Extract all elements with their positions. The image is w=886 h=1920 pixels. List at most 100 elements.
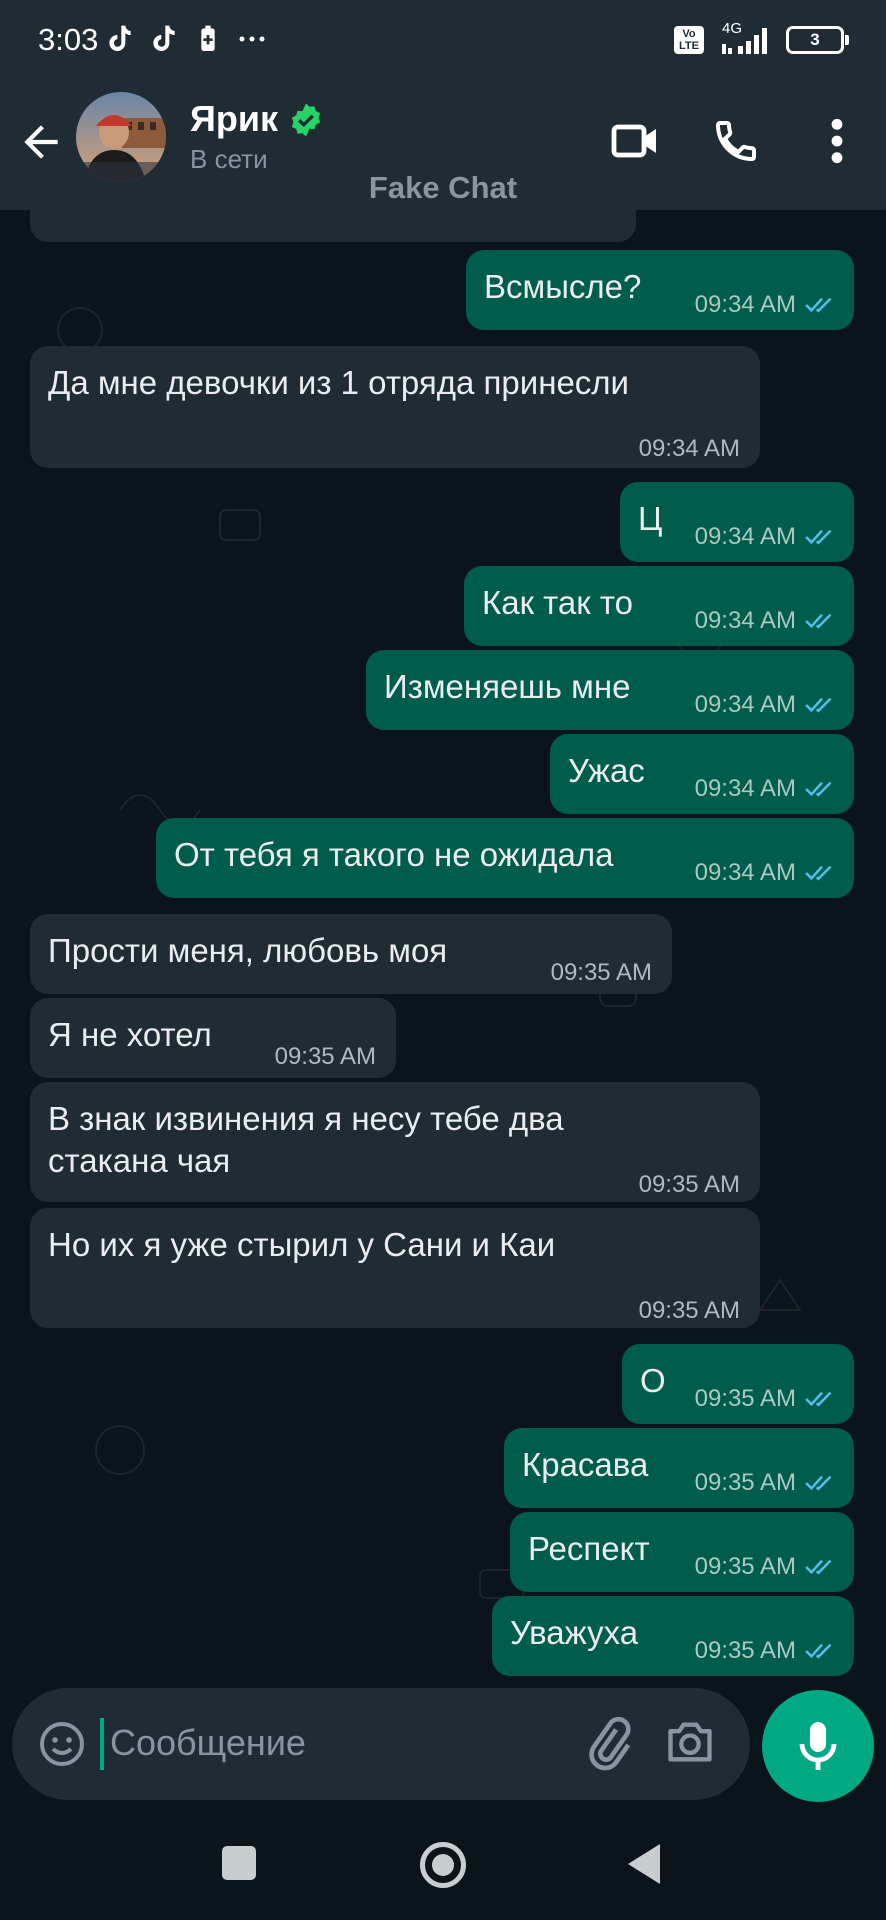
message-text: Как так то — [482, 584, 633, 621]
message-text: Всмысле? — [484, 268, 642, 305]
signal-icon: 4G — [718, 20, 772, 56]
message-bubble-outgoing[interactable]: Уважуха 09:35 AM — [492, 1596, 854, 1676]
message-time: 09:34 AM — [694, 523, 796, 550]
camera-icon[interactable] — [664, 1718, 716, 1766]
read-ticks-icon — [805, 297, 832, 313]
message-bubble-outgoing[interactable]: Респект 09:35 AM — [510, 1512, 854, 1592]
message-meta: 09:35 AM — [639, 1164, 740, 1206]
message-time: 09:34 AM — [694, 607, 796, 634]
read-ticks-icon — [805, 1559, 832, 1575]
message-text: Но их я уже стырил у Сани и Каи — [48, 1226, 556, 1263]
message-bubble-incoming-partial — [30, 210, 636, 242]
message-bubble-incoming[interactable]: Но их я уже стырил у Сани и Каи 09:35 AM — [30, 1208, 760, 1328]
message-meta: 09:34 AM — [695, 852, 838, 894]
read-ticks-icon — [805, 697, 832, 713]
home-button[interactable] — [420, 1842, 466, 1888]
read-ticks-icon — [805, 1643, 832, 1659]
status-time: 3:03 — [38, 22, 99, 57]
message-text: Да мне девочки из 1 отряда принесли — [48, 364, 629, 401]
composer-bar: Сообщение — [0, 1680, 886, 1810]
text-cursor — [100, 1718, 104, 1770]
message-text: Красава — [522, 1446, 649, 1483]
message-time: 09:34 AM — [694, 291, 796, 318]
more-options-icon[interactable] — [826, 116, 848, 166]
message-meta: 09:35 AM — [695, 1378, 838, 1420]
message-bubble-incoming[interactable]: В знак извинения я несу тебе два стакана… — [30, 1082, 760, 1202]
avatar[interactable] — [76, 92, 166, 182]
message-bubble-outgoing[interactable]: Как так то 09:34 AM — [464, 566, 854, 646]
read-ticks-icon — [805, 865, 832, 881]
message-meta: 09:35 AM — [551, 952, 652, 994]
message-time: 09:35 AM — [274, 1043, 376, 1070]
message-meta: 09:35 AM — [275, 1036, 376, 1078]
status-system-icons: Vo LTE 4G 3 — [674, 20, 849, 56]
message-input[interactable]: Сообщение — [12, 1688, 750, 1800]
message-text: Я не хотел — [48, 1016, 212, 1053]
message-bubble-outgoing[interactable]: Ц 09:34 AM — [620, 482, 854, 562]
message-text: Прости меня, любовь моя — [48, 932, 448, 969]
read-ticks-icon — [805, 529, 832, 545]
message-time: 09:35 AM — [694, 1637, 796, 1664]
message-meta: 09:35 AM — [695, 1462, 838, 1504]
message-time: 09:34 AM — [694, 691, 796, 718]
recent-apps-button[interactable] — [222, 1846, 256, 1880]
message-bubble-outgoing[interactable]: О 09:35 AM — [622, 1344, 854, 1424]
attach-icon[interactable] — [580, 1716, 636, 1772]
tiktok-icon — [109, 25, 131, 51]
message-time: 09:34 AM — [694, 775, 796, 802]
message-text: От тебя я такого не ожидала — [174, 836, 614, 873]
tiktok-icon — [153, 25, 175, 51]
video-call-icon[interactable] — [610, 116, 662, 166]
read-ticks-icon — [805, 613, 832, 629]
contact-name[interactable]: Ярик — [190, 98, 278, 140]
read-ticks-icon — [805, 1475, 832, 1491]
message-time: 09:34 AM — [694, 859, 796, 886]
more-notifications-icon — [239, 36, 265, 42]
read-ticks-icon — [805, 781, 832, 797]
mic-icon — [799, 1722, 837, 1770]
message-time: 09:35 AM — [694, 1469, 796, 1496]
message-text: Ужас — [568, 752, 645, 789]
message-meta: 09:34 AM — [639, 428, 740, 470]
watermark: Fake Chat — [368, 170, 518, 205]
emoji-icon[interactable] — [38, 1720, 86, 1768]
message-text: Изменяешь мне — [384, 668, 631, 705]
message-text: В знак извинения я несу тебе два стакана… — [48, 1100, 564, 1179]
system-nav-bar — [0, 1810, 886, 1920]
status-bar: 3:03 Vo LTE 4G 3 — [0, 0, 886, 80]
battery-saver-icon — [201, 25, 215, 51]
message-text: Ц — [638, 500, 663, 537]
message-meta: 09:35 AM — [639, 1290, 740, 1332]
message-time: 09:35 AM — [694, 1553, 796, 1580]
message-time: 09:34 AM — [638, 435, 740, 462]
back-arrow-icon[interactable] — [16, 114, 66, 170]
message-placeholder: Сообщение — [110, 1722, 306, 1763]
message-text: О — [640, 1362, 666, 1399]
message-meta: 09:34 AM — [695, 600, 838, 642]
message-text: Уважуха — [510, 1614, 639, 1651]
message-meta: 09:34 AM — [695, 516, 838, 558]
message-bubble-outgoing[interactable]: От тебя я такого не ожидала 09:34 AM — [156, 818, 854, 898]
mic-button[interactable] — [762, 1690, 874, 1802]
status-notification-icons — [104, 22, 268, 56]
system-back-button[interactable] — [628, 1844, 660, 1884]
message-meta: 09:34 AM — [695, 684, 838, 726]
message-bubble-incoming[interactable]: Я не хотел 09:35 AM — [30, 998, 396, 1078]
message-meta: 09:35 AM — [695, 1630, 838, 1672]
message-time: 09:35 AM — [694, 1385, 796, 1412]
message-meta: 09:35 AM — [695, 1546, 838, 1588]
phone-icon[interactable] — [712, 116, 760, 166]
message-bubble-outgoing[interactable]: Красава 09:35 AM — [504, 1428, 854, 1508]
verified-icon — [291, 103, 321, 137]
message-bubble-incoming[interactable]: Прости меня, любовь моя 09:35 AM — [30, 914, 672, 994]
message-text: Респект — [528, 1530, 650, 1567]
message-meta: 09:34 AM — [695, 284, 838, 326]
battery-icon: 3 — [786, 26, 849, 54]
read-ticks-icon — [805, 1391, 832, 1407]
message-bubble-outgoing[interactable]: Всмысле? 09:34 AM — [466, 250, 854, 330]
message-bubble-incoming[interactable]: Да мне девочки из 1 отряда принесли 09:3… — [30, 346, 760, 468]
message-bubble-outgoing[interactable]: Ужас 09:34 AM — [550, 734, 854, 814]
message-bubble-outgoing[interactable]: Изменяешь мне 09:34 AM — [366, 650, 854, 730]
volte-icon: Vo LTE — [674, 26, 704, 54]
chat-area[interactable]: Всмысле? 09:34 AM Да мне девочки из 1 от… — [0, 210, 886, 1680]
